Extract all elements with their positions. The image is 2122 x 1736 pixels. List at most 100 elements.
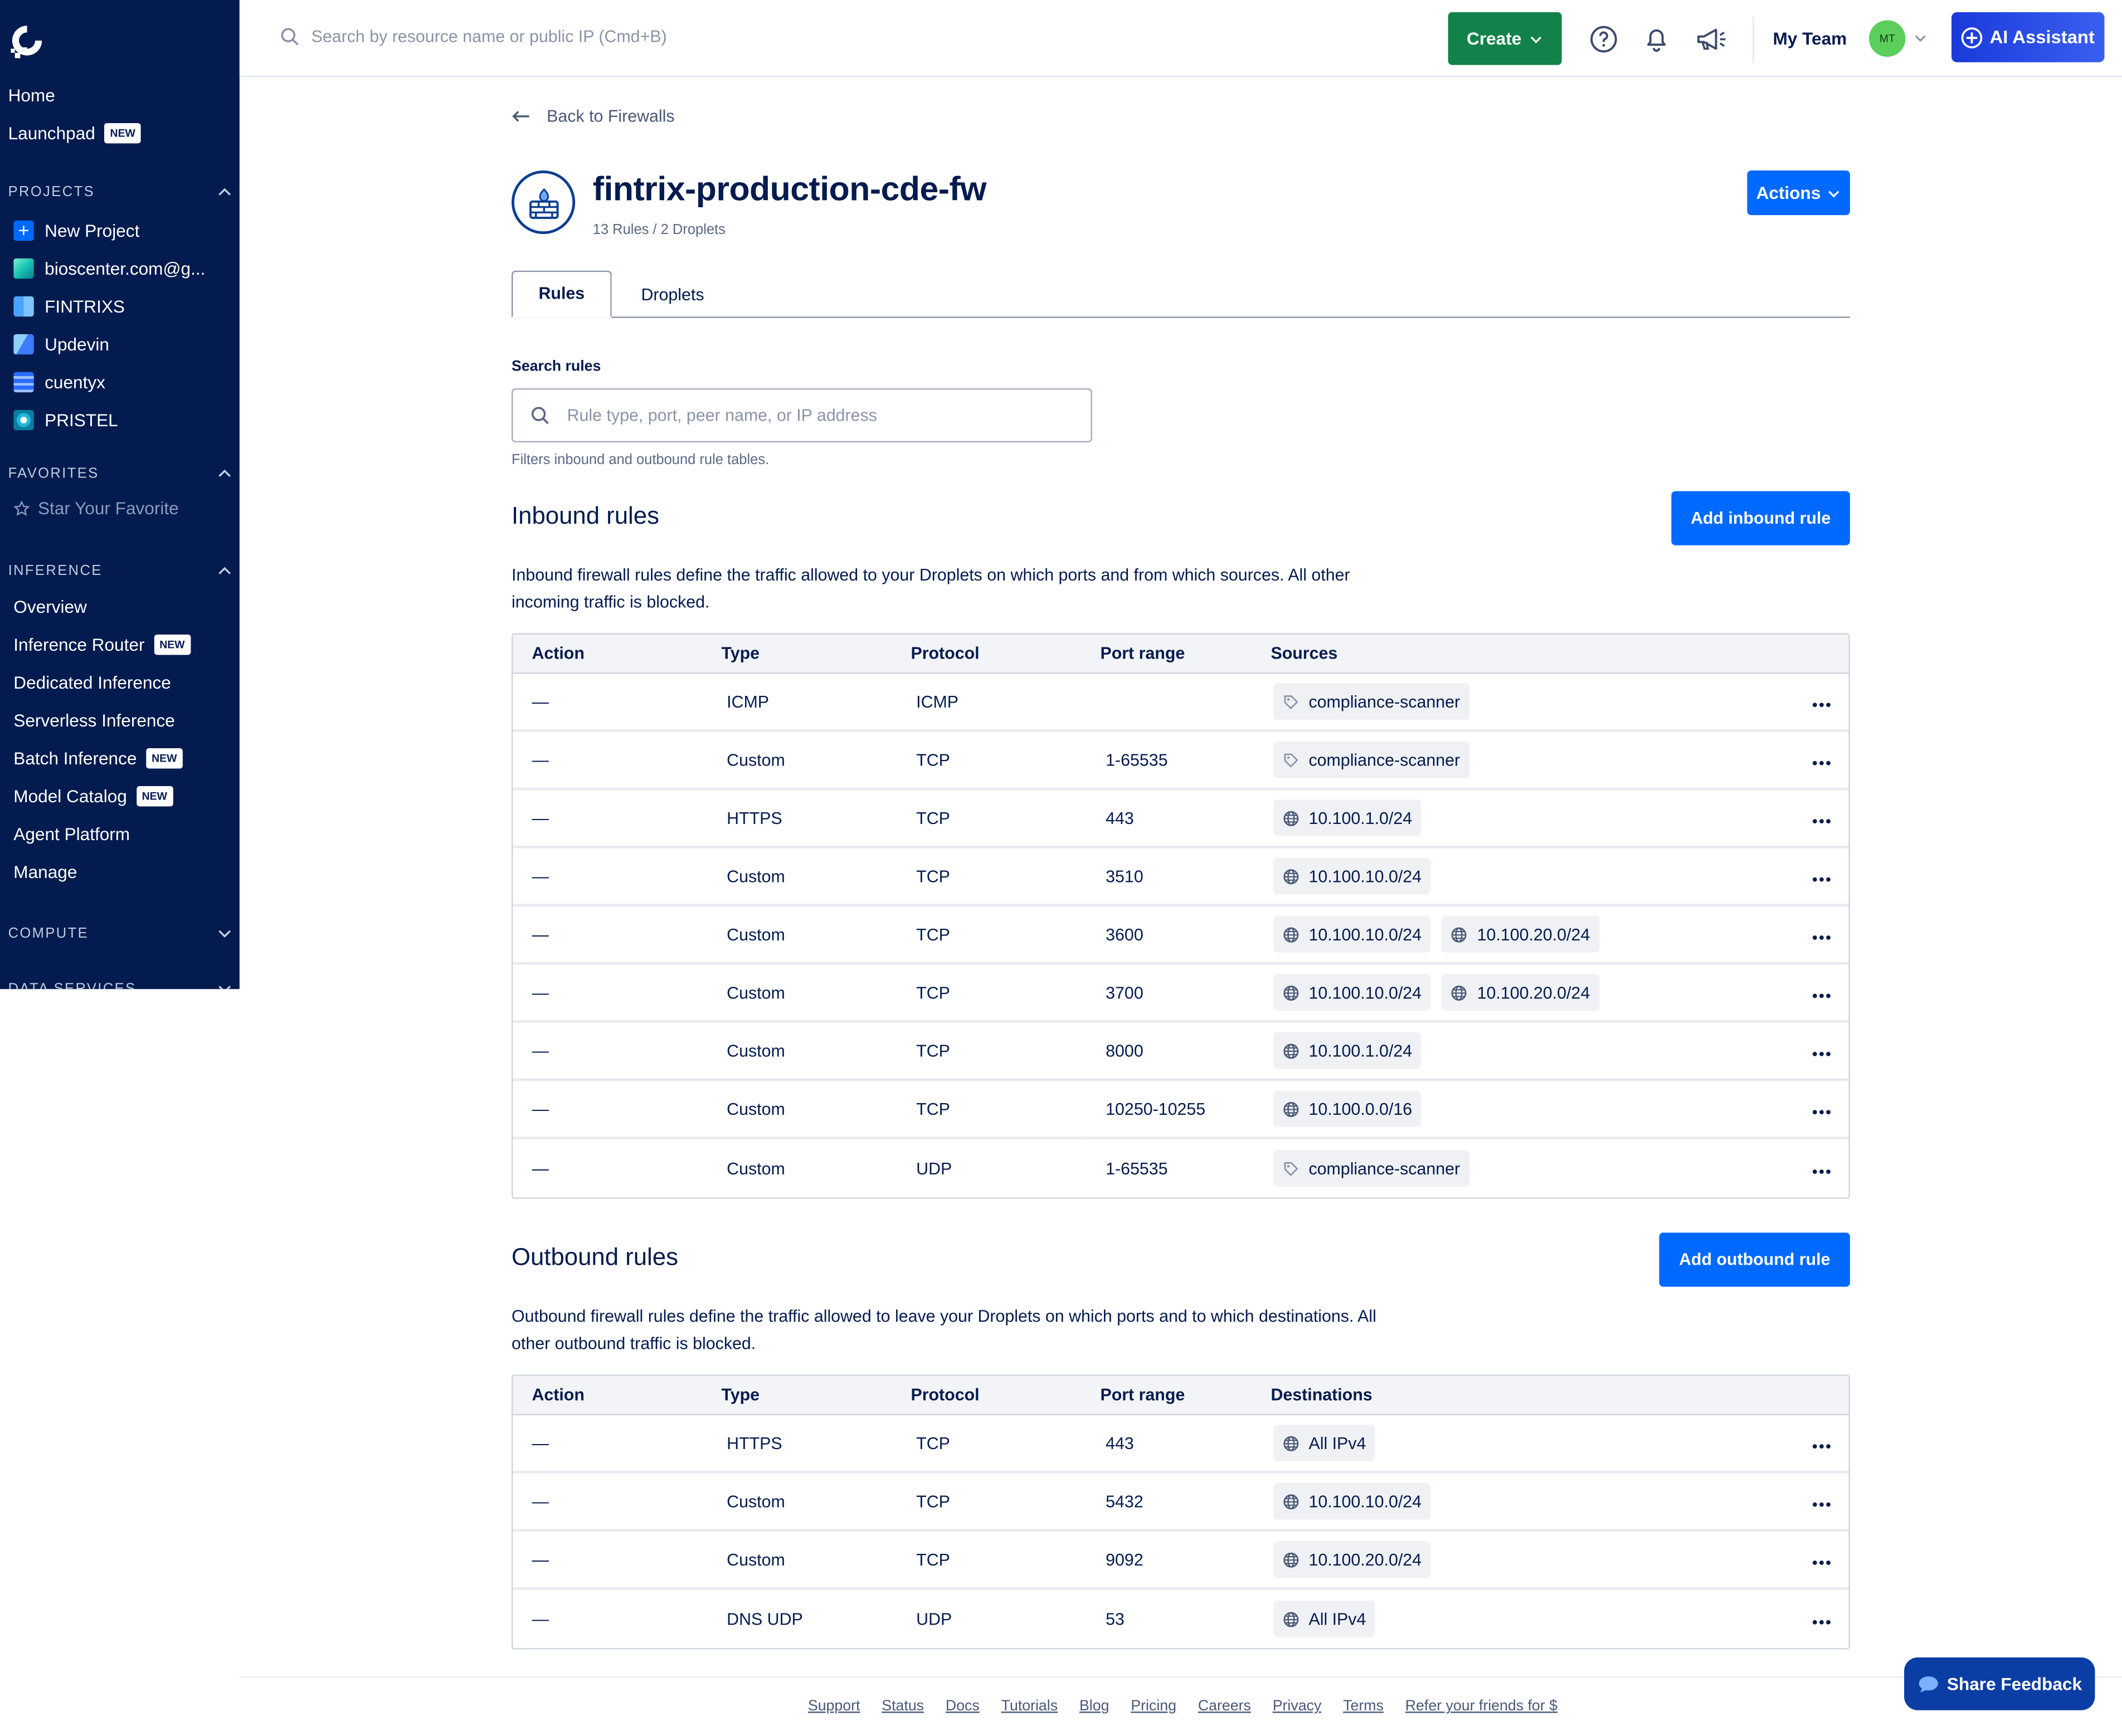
- search-rules-input[interactable]: Rule type, port, peer name, or IP addres…: [512, 388, 1092, 443]
- sidebar-project-cuentyx[interactable]: cuentyx: [13, 363, 230, 401]
- rule-peers-cell: 10.100.1.0/24: [1271, 790, 1795, 849]
- sidebar-item-dedicated-inference[interactable]: Dedicated Inference: [13, 663, 230, 701]
- rule-action-cell: —: [513, 906, 703, 965]
- sidebar-item-serverless-inference[interactable]: Serverless Inference: [13, 701, 230, 739]
- table-row: — Custom TCP 3700 10.100.10.0/24 10.100.20.0/…: [513, 965, 1849, 1023]
- project-icon: [13, 371, 34, 392]
- compute-section-toggle[interactable]: COMPUTE: [8, 925, 232, 942]
- sidebar-project-updevin[interactable]: Updevin: [13, 325, 230, 363]
- footer-link[interactable]: Blog: [1079, 1698, 1109, 1714]
- row-menu-button[interactable]: [1794, 1590, 1848, 1648]
- project-icon: [13, 409, 34, 430]
- footer-link[interactable]: Refer your friends for $: [1405, 1698, 1558, 1714]
- footer-link[interactable]: Support: [808, 1698, 860, 1714]
- add-outbound-rule-button[interactable]: Add outbound rule: [1659, 1232, 1850, 1287]
- data-services-section-toggle[interactable]: DATA SERVICES: [8, 981, 232, 989]
- table-row: — Custom TCP 10250-10255 10.100.0.0/16: [513, 1081, 1849, 1139]
- sidebar-item-manage[interactable]: Manage: [13, 852, 230, 890]
- more-icon: [1812, 1619, 1831, 1624]
- row-menu-button[interactable]: [1794, 732, 1849, 791]
- sidebar-project-fintrixs[interactable]: FINTRIXS: [13, 287, 230, 325]
- back-to-firewalls-link[interactable]: Back to Firewalls: [512, 107, 675, 126]
- rule-protocol-cell: TCP: [892, 1415, 1082, 1474]
- row-menu-button[interactable]: [1794, 1023, 1849, 1081]
- sidebar-item-label: cuentyx: [45, 371, 105, 392]
- more-icon: [1812, 1051, 1831, 1056]
- sidebar-project-bioscenter[interactable]: bioscenter.com@g...: [13, 249, 230, 287]
- megaphone-icon[interactable]: [1695, 25, 1730, 54]
- sidebar-item-overview[interactable]: Overview: [13, 587, 230, 625]
- rule-action-cell: —: [513, 1023, 703, 1081]
- sidebar-item-label: Dedicated Inference: [13, 671, 171, 693]
- sidebar-item-agent-platform[interactable]: Agent Platform: [13, 815, 230, 852]
- team-switcher[interactable]: My Team: [1773, 28, 1847, 48]
- table-row: — Custom TCP 1-65535 compliance-scanner: [513, 732, 1849, 791]
- globe-icon: [1283, 1043, 1299, 1059]
- globe-icon: [1283, 1552, 1299, 1567]
- sidebar-item-model-catalog[interactable]: Model Catalog NEW: [13, 777, 230, 815]
- rule-protocol-cell: TCP: [892, 732, 1082, 791]
- ip-chip: 10.100.20.0/24: [1442, 974, 1600, 1011]
- row-menu-button[interactable]: [1794, 674, 1849, 732]
- row-menu-button[interactable]: [1794, 906, 1849, 965]
- projects-section-toggle[interactable]: PROJECTS: [8, 184, 232, 200]
- globe-icon: [1452, 926, 1467, 942]
- new-badge: NEW: [104, 122, 141, 143]
- row-menu-button[interactable]: [1794, 1474, 1849, 1532]
- footer-link[interactable]: Tutorials: [1001, 1698, 1058, 1714]
- more-icon: [1812, 1169, 1831, 1173]
- footer-link[interactable]: Privacy: [1273, 1698, 1322, 1714]
- row-menu-button[interactable]: [1794, 1081, 1849, 1139]
- row-menu-button[interactable]: [1794, 1532, 1849, 1590]
- column-header-protocol: Protocol: [892, 635, 1082, 674]
- column-header-port-range: Port range: [1081, 1376, 1271, 1416]
- create-button[interactable]: Create: [1448, 12, 1562, 65]
- global-search-input[interactable]: Search by resource name or public IP (Cm…: [280, 27, 667, 46]
- sidebar-item-home[interactable]: Home: [8, 76, 232, 114]
- footer-link[interactable]: Pricing: [1131, 1698, 1176, 1714]
- column-header-action: Action: [513, 635, 703, 674]
- digitalocean-logo[interactable]: [8, 22, 46, 60]
- sidebar-item-label: Inference Router: [13, 633, 145, 655]
- back-label: Back to Firewalls: [547, 106, 675, 126]
- share-feedback-button[interactable]: Share Feedback: [1904, 1657, 2095, 1710]
- sidebar-item-label: Serverless Inference: [13, 709, 175, 730]
- row-menu-button[interactable]: [1794, 849, 1849, 907]
- sidebar-project-pristel[interactable]: PRISTEL: [13, 401, 230, 438]
- tab-droplets[interactable]: Droplets: [612, 271, 734, 318]
- footer-link[interactable]: Docs: [946, 1698, 980, 1714]
- row-menu-button[interactable]: [1794, 1139, 1848, 1197]
- chevron-up-icon: [218, 469, 231, 477]
- footer-link[interactable]: Terms: [1343, 1698, 1384, 1714]
- actions-button[interactable]: Actions: [1747, 170, 1850, 216]
- peer-label: 10.100.20.0/24: [1308, 1549, 1422, 1569]
- sidebar-item-label: Agent Platform: [13, 823, 130, 844]
- sidebar-item-batch-inference[interactable]: Batch Inference NEW: [13, 739, 230, 777]
- outbound-rules-title: Outbound rules: [512, 1243, 678, 1271]
- sidebar-item-label: PRISTEL: [45, 409, 118, 430]
- sidebar-item-label: Batch Inference: [13, 747, 137, 768]
- sidebar-item-launchpad[interactable]: Launchpad NEW: [8, 114, 232, 152]
- favorites-header: FAVORITES: [8, 465, 99, 482]
- sidebar-item-label: Manage: [13, 861, 77, 882]
- search-icon: [531, 407, 549, 425]
- tab-rules[interactable]: Rules: [512, 270, 612, 318]
- favorites-section-toggle[interactable]: FAVORITES: [8, 465, 232, 482]
- add-inbound-rule-button[interactable]: Add inbound rule: [1671, 491, 1850, 545]
- footer-link[interactable]: Status: [882, 1698, 924, 1714]
- sidebar-item-inference-router[interactable]: Inference Router NEW: [13, 625, 230, 663]
- footer-link[interactable]: Careers: [1198, 1698, 1251, 1714]
- help-icon[interactable]: [1589, 25, 1618, 54]
- more-icon: [1812, 818, 1831, 823]
- rule-action-cell: —: [532, 1159, 549, 1178]
- new-project-button[interactable]: + New Project: [13, 211, 230, 249]
- chevron-down-icon[interactable]: [1914, 31, 1927, 45]
- avatar[interactable]: MT: [1868, 20, 1906, 57]
- ai-assistant-button[interactable]: AI Assistant: [1951, 12, 2105, 62]
- row-menu-button[interactable]: [1794, 1415, 1849, 1474]
- search-icon: [281, 28, 299, 46]
- row-menu-button[interactable]: [1794, 965, 1849, 1023]
- inference-section-toggle[interactable]: INFERENCE: [8, 563, 232, 579]
- row-menu-button[interactable]: [1794, 790, 1849, 849]
- bell-icon[interactable]: [1642, 25, 1671, 54]
